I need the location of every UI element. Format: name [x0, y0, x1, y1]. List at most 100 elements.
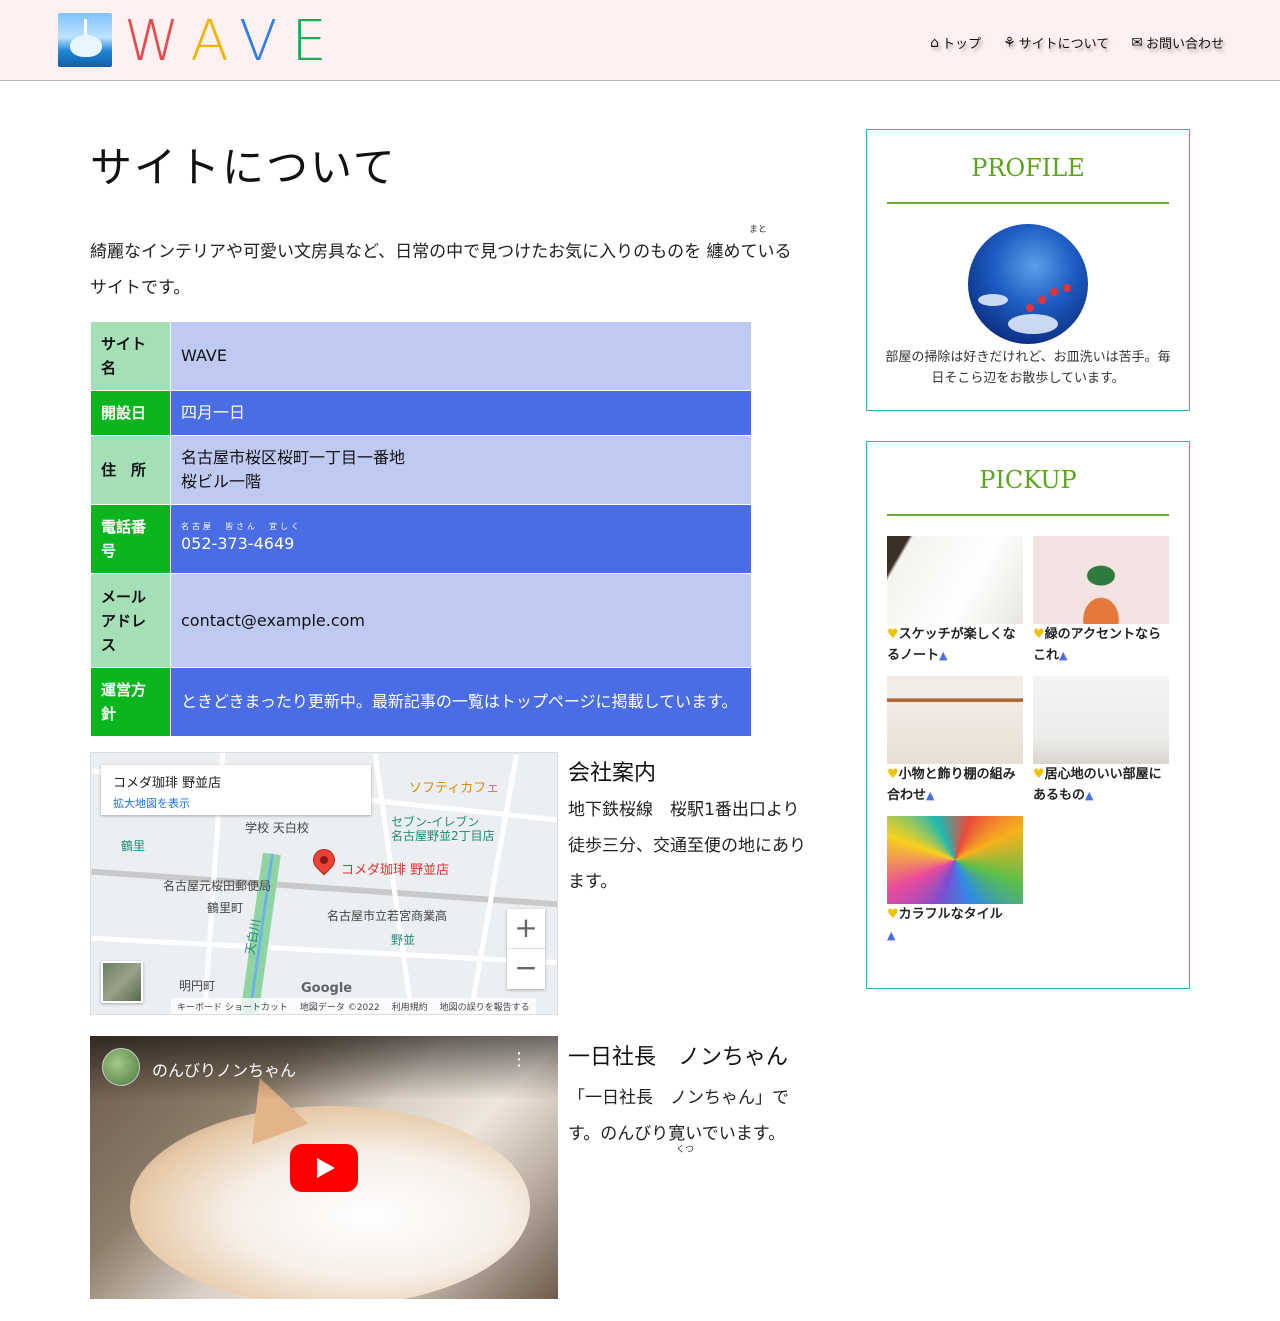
more-menu-icon[interactable]: ⋮ — [510, 1051, 528, 1069]
google-logo: Google — [301, 981, 353, 996]
triangle-icon: ▲ — [1059, 649, 1068, 662]
pickup-item[interactable]: ♥小物と飾り棚の組み合わせ▲ — [887, 676, 1023, 806]
mail-icon: ✉ — [1131, 34, 1143, 51]
table-value: contact@example.com — [170, 573, 752, 668]
pickup-thumbnail[interactable] — [887, 816, 1023, 904]
pickup-caption[interactable]: カラフルなタイル — [899, 907, 1003, 922]
map-footer-link[interactable]: 地図の誤りを報告する — [440, 1000, 530, 1013]
site-info-table: サイト名 WAVE 開設日 四月一日 住 所 名古屋市桜区桜町一丁目一番地 桜ビ… — [90, 321, 752, 737]
ruby-text: くつ — [676, 1145, 695, 1155]
nav-label: トップ — [942, 37, 982, 52]
zoom-out-button[interactable]: − — [507, 949, 545, 989]
president-title: 一日社長 ノンちゃん — [568, 1045, 789, 1070]
zoom-in-button[interactable]: + — [507, 909, 545, 949]
nav-item-top[interactable]: ⌂ トップ — [930, 33, 982, 53]
table-value: 名古屋市桜区桜町一丁目一番地 桜ビル一階 — [170, 435, 752, 505]
map-label: 名古屋元桜田郵便局 — [163, 879, 272, 893]
table-row: 電話番号 名古屋 皆さん 宜しく 052-373-4649 — [90, 504, 752, 574]
map-info-card: コメダ珈琲 野並店 拡大地図を表示 — [101, 765, 371, 815]
triangle-icon: ▲ — [939, 649, 948, 662]
triangle-icon: ▲ — [1085, 789, 1094, 802]
profile-avatar — [968, 224, 1088, 344]
site-logo-text[interactable]: WAVE — [124, 14, 341, 70]
logo-image[interactable] — [58, 13, 112, 67]
nav-label: お問い合わせ — [1145, 37, 1224, 52]
profile-widget: PROFILE 部屋の掃除は好きだけれど、お皿洗いは苦手。毎日そこら辺をお散歩し… — [866, 129, 1190, 411]
map-label: 明円町 — [179, 979, 216, 993]
pickup-thumbnail[interactable] — [887, 536, 1023, 624]
map-footer-text: 地図データ ©2022 — [299, 1003, 380, 1013]
main-nav: ⌂ トップ ⚘ サイトについて ✉ お問い合わせ — [930, 33, 1224, 53]
pickup-thumbnail[interactable] — [887, 676, 1023, 764]
map-label: 鶴里 — [121, 839, 146, 853]
map-label: 野並 — [391, 933, 416, 947]
heart-icon: ♥ — [887, 627, 899, 642]
triangle-icon: ▲ — [926, 789, 935, 802]
nav-item-contact[interactable]: ✉ お問い合わせ — [1131, 33, 1224, 53]
divider — [887, 202, 1169, 204]
map-pin-icon[interactable] — [308, 844, 340, 879]
pickup-item[interactable]: ♥カラフルなタイル ▲ — [887, 816, 1023, 946]
phone-number: 052-373-4649 — [181, 534, 295, 553]
channel-avatar[interactable] — [102, 1048, 140, 1086]
site-header: WAVE ⌂ トップ ⚘ サイトについて ✉ お問い合わせ — [0, 0, 1280, 81]
leaf-icon: ⚘ — [1003, 34, 1016, 51]
table-value: ときどきまったり更新中。最新記事の一覧はトップページに掲載しています。 — [170, 667, 752, 737]
pickup-caption[interactable]: 緑のアクセントならこれ — [1033, 627, 1161, 663]
video-channel-title[interactable]: のんびりノンちゃん — [152, 1057, 296, 1081]
table-row: 住 所 名古屋市桜区桜町一丁目一番地 桜ビル一階 — [90, 435, 752, 505]
map-footer-link[interactable]: キーボード ショートカット — [177, 1000, 288, 1013]
map-footer-link[interactable]: 利用規約 — [392, 1000, 428, 1013]
play-button[interactable] — [290, 1144, 358, 1192]
heart-icon: ♥ — [887, 907, 899, 922]
pickup-thumbnail[interactable] — [1033, 536, 1169, 624]
map-label: ソフティカフェ — [409, 781, 500, 796]
company-text: 地下鉄桜線 桜駅1番出口より徒歩三分、交通至便の地にあります。 — [568, 800, 806, 892]
pickup-caption[interactable]: 小物と飾り棚の組み合わせ — [887, 767, 1016, 803]
table-row: 開設日 四月一日 — [90, 390, 752, 436]
company-info: 会社案内 地下鉄桜線 桜駅1番出口より徒歩三分、交通至便の地にあります。 — [568, 756, 808, 900]
heart-icon: ♥ — [1033, 627, 1045, 642]
address-line2: 桜ビル一階 — [181, 472, 262, 491]
map-footer: キーボード ショートカット 地図データ ©2022 利用規約 地図の誤りを報告す… — [171, 998, 536, 1014]
nav-item-about[interactable]: ⚘ サイトについて — [1003, 33, 1110, 53]
table-label: 運営方針 — [90, 667, 171, 737]
pickup-thumbnail[interactable] — [1033, 676, 1169, 764]
map-label: 名古屋市立若宮商業高 — [327, 909, 448, 923]
heart-icon: ♥ — [887, 767, 899, 782]
home-icon: ⌂ — [930, 34, 940, 51]
table-label: 開設日 — [90, 390, 171, 436]
heart-icon: ♥ — [1033, 767, 1045, 782]
table-row: メールアドレス contact@example.com — [90, 573, 752, 668]
nav-label: サイトについて — [1018, 37, 1110, 52]
embedded-map[interactable]: コメダ珈琲 野並店 拡大地図を表示 ソフティカフェ セブン-イレブン 名古屋野並… — [90, 752, 558, 1015]
widget-title: PICKUP — [979, 466, 1077, 494]
map-zoom-control: + − — [507, 909, 545, 989]
map-road — [91, 935, 557, 966]
table-label: メールアドレス — [90, 573, 171, 668]
intro-text: 綺麗なインテリアや可愛い文房具など、日常の中で見つけたお気に入りのものを 纏めて… — [90, 242, 792, 298]
map-label: 学校 天白校 — [245, 821, 309, 835]
phone-ruby: 名古屋 皆さん 宜しく — [181, 522, 302, 531]
pickup-item[interactable]: ♥緑のアクセントならこれ▲ — [1033, 536, 1169, 666]
embedded-video[interactable]: のんびりノンちゃん ⋮ — [90, 1036, 558, 1299]
video-thumbnail — [130, 1106, 530, 1299]
table-label: 住 所 — [90, 435, 171, 505]
pickup-caption[interactable]: スケッチが楽しくなるノート — [887, 627, 1016, 663]
pickup-widget: PICKUP ♥スケッチが楽しくなるノート▲ ♥緑のアクセントならこれ▲ ♥小物… — [866, 441, 1190, 989]
map-label: コメダ珈琲 野並店 — [341, 863, 450, 878]
triangle-icon: ▲ — [887, 929, 896, 942]
table-value: 名古屋 皆さん 宜しく 052-373-4649 — [170, 504, 752, 574]
widget-title: PROFILE — [971, 154, 1085, 182]
pickup-item[interactable]: ♥居心地のいい部屋にあるもの▲ — [1033, 676, 1169, 806]
pickup-caption[interactable]: 居心地のいい部屋にあるもの — [1033, 767, 1162, 803]
address-line1: 名古屋市桜区桜町一丁目一番地 — [181, 448, 406, 467]
satellite-toggle[interactable] — [101, 961, 143, 1003]
map-label: 名古屋野並2丁目店 — [391, 829, 495, 843]
table-row: サイト名 WAVE — [90, 321, 752, 391]
profile-text: 部屋の掃除は好きだけれど、お皿洗いは苦手。毎日そこら辺をお散歩しています。 — [885, 350, 1171, 386]
pickup-item[interactable]: ♥スケッチが楽しくなるノート▲ — [887, 536, 1023, 666]
map-place-name: コメダ珈琲 野並店 — [113, 776, 222, 791]
president-info: 一日社長 ノンちゃん くつ 「一日社長 ノンちゃん」です。のんびり寛いでいます。 — [568, 1040, 800, 1155]
map-enlarge-link[interactable]: 拡大地図を表示 — [113, 795, 359, 811]
